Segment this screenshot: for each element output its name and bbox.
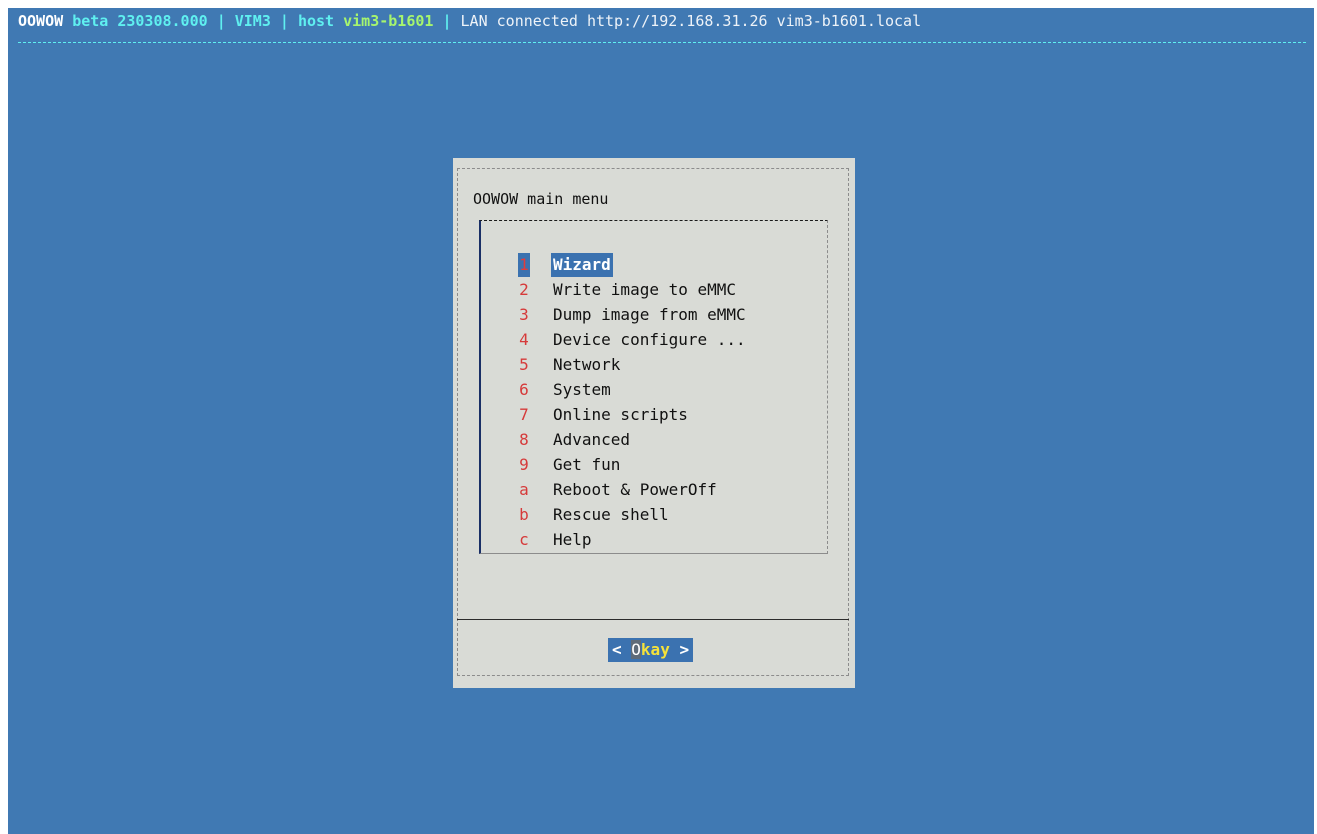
button-divider: [457, 619, 849, 620]
dialog-title: OOWOW main menu: [473, 190, 609, 208]
app-name: OOWOW: [18, 12, 64, 30]
terminal-screen: OOWOW beta 230308.000 | VIM3 | host vim3…: [8, 8, 1314, 834]
menu-item-dump-image[interactable]: 3 Dump image from eMMC: [481, 279, 821, 324]
version-label: beta 230308.000: [72, 12, 208, 30]
menu-item-network[interactable]: 5 Network: [481, 329, 821, 374]
separator: |: [279, 12, 289, 30]
host-label: host: [297, 12, 335, 30]
button-label: kay: [640, 640, 670, 659]
menu-hotkey: c: [519, 530, 529, 549]
network-status: LAN connected http://192.168.31.26 vim3-…: [460, 12, 922, 30]
menu-item-device-configure[interactable]: 4 Device configure ...: [481, 304, 821, 349]
button-right-bracket: >: [679, 640, 690, 659]
main-menu-dialog: OOWOW main menu 1 Wizard 2 Write image to …: [453, 158, 855, 688]
menu-item-write-image[interactable]: 2 Write image to eMMC: [481, 254, 821, 299]
host-name: vim3-b1601: [343, 12, 434, 30]
button-hotkey: O: [631, 640, 641, 659]
menu-item-reboot-poweroff[interactable]: a Reboot & PowerOff: [481, 454, 821, 499]
separator: |: [216, 12, 226, 30]
okay-button[interactable]: < Okay >: [608, 638, 694, 662]
menu-list: 1 Wizard 2 Write image to eMMC 3 Dump image…: [479, 220, 828, 554]
status-bar-divider: [18, 42, 1306, 43]
separator: |: [442, 12, 452, 30]
board-label: VIM3: [234, 12, 271, 30]
menu-item-wizard[interactable]: 1 Wizard: [481, 229, 821, 277]
menu-item-help[interactable]: c Help: [481, 504, 821, 549]
menu-item-label: Help: [553, 530, 592, 549]
menu-item-rescue-shell[interactable]: b Rescue shell: [481, 479, 821, 524]
menu-item-advanced[interactable]: 8 Advanced: [481, 404, 821, 449]
status-bar: OOWOW beta 230308.000 | VIM3 | host vim3…: [18, 10, 921, 34]
menu-item-online-scripts[interactable]: 7 Online scripts: [481, 379, 821, 424]
menu-item-system[interactable]: 6 System: [481, 354, 821, 399]
button-left-bracket: <: [612, 640, 622, 659]
menu-item-get-fun[interactable]: 9 Get fun: [481, 429, 821, 474]
